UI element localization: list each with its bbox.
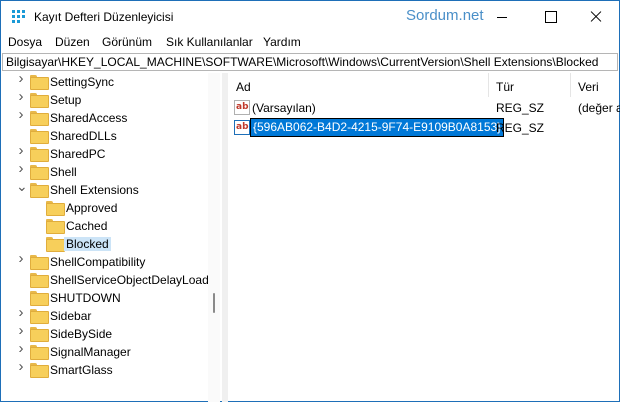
- tree-item[interactable]: › SignalManager: [1, 341, 206, 361]
- chevron-right-icon[interactable]: ›: [16, 323, 26, 338]
- window-title: Kayıt Defteri Düzenleyicisi: [34, 10, 174, 24]
- folder-icon: [30, 147, 49, 162]
- tree-item-label: SharedDLLs: [50, 129, 117, 143]
- string-value-icon: ab: [234, 120, 250, 135]
- tree-scrollbar[interactable]: [208, 73, 220, 402]
- folder-icon: [30, 363, 49, 378]
- chevron-down-icon[interactable]: ⌄: [16, 179, 28, 193]
- regedit-app-icon: [12, 10, 26, 24]
- folder-icon: [30, 165, 49, 180]
- chevron-right-icon[interactable]: ›: [16, 143, 26, 158]
- folder-icon: [30, 183, 49, 198]
- value-type: REG_SZ: [496, 121, 545, 135]
- chevron-right-icon[interactable]: ›: [16, 359, 26, 374]
- column-header-data[interactable]: Veri: [571, 73, 619, 97]
- tree-item[interactable]: ShellServiceObjectDelayLoad: [1, 271, 209, 289]
- tree-item[interactable]: Blocked: [1, 235, 206, 253]
- key-tree-pane: › SettingSync › Setup › SharedAccess SharedDLL…: [1, 73, 222, 401]
- tree-item[interactable]: › SideBySide: [1, 323, 206, 343]
- tree-item-label: Sidebar: [50, 309, 92, 323]
- registry-editor-window: Kayıt Defteri Düzenleyicisi Sordum.net D…: [0, 0, 620, 402]
- menu-duzen[interactable]: Düzen: [55, 35, 90, 49]
- tree-item[interactable]: › ShellCompatibility: [1, 251, 206, 271]
- tree-item[interactable]: › Shell: [1, 161, 206, 181]
- tree-item-label: ShellServiceObjectDelayLoad: [50, 273, 209, 287]
- column-header-name[interactable]: Ad: [228, 73, 489, 97]
- tree-item-label: Shell: [50, 165, 77, 179]
- tree-item[interactable]: › SharedPC: [1, 143, 206, 163]
- tree-item[interactable]: › Sidebar: [1, 305, 206, 325]
- folder-icon: [30, 291, 49, 306]
- tree-item[interactable]: › Setup: [1, 89, 206, 109]
- watermark-text: Sordum.net: [406, 7, 484, 24]
- tree-item-label: SharedPC: [50, 147, 106, 161]
- tree-item-label: SharedAccess: [50, 111, 128, 125]
- address-path[interactable]: Bilgisayar\HKEY_LOCAL_MACHINE\SOFTWARE\M…: [6, 55, 598, 69]
- values-list-pane: Ad Tür Veri ab (Varsayılan) REG_SZ (değe…: [228, 73, 620, 401]
- tree-item[interactable]: Cached: [1, 217, 206, 235]
- value-name-rename-field[interactable]: {596AB062-B4D2-4215-9F74-E9109B0A8153}: [249, 118, 505, 137]
- folder-icon: [30, 75, 49, 90]
- chevron-right-icon[interactable]: ›: [16, 305, 26, 320]
- menu-dosya[interactable]: Dosya: [8, 35, 42, 49]
- folder-icon: [30, 327, 49, 342]
- tree-item-label: Shell Extensions: [50, 183, 139, 197]
- folder-icon: [30, 129, 49, 144]
- chevron-right-icon[interactable]: ›: [16, 73, 26, 86]
- tree-item-label: SignalManager: [50, 345, 131, 359]
- string-value-icon: ab: [234, 100, 250, 115]
- tree-item[interactable]: SharedDLLs: [1, 127, 206, 145]
- folder-icon: [46, 237, 65, 252]
- tree-item-label: SmartGlass: [50, 363, 113, 377]
- tree-item[interactable]: Approved: [1, 199, 206, 217]
- folder-icon: [30, 345, 49, 360]
- address-bar[interactable]: Bilgisayar\HKEY_LOCAL_MACHINE\SOFTWARE\M…: [2, 53, 618, 71]
- menu-gorunum[interactable]: Görünüm: [102, 35, 152, 49]
- tree-item-label: Cached: [66, 219, 108, 233]
- close-button[interactable]: [573, 1, 619, 33]
- tree-item-label: SideBySide: [50, 327, 113, 341]
- tree-item[interactable]: › SettingSync: [1, 73, 206, 91]
- tree-item[interactable]: ⌄ Shell Extensions: [1, 179, 206, 199]
- menu-sik-kullanilanlar[interactable]: Sık Kullanılanlar: [166, 35, 253, 49]
- value-type: REG_SZ: [496, 101, 545, 115]
- folder-icon: [30, 93, 49, 108]
- value-data: (değer a: [578, 101, 620, 115]
- value-name: (Varsayılan): [252, 101, 316, 115]
- tree-item[interactable]: › SmartGlass: [1, 359, 206, 379]
- folder-icon: [30, 273, 49, 288]
- tree-item-label: Approved: [66, 201, 118, 215]
- minimize-button[interactable]: [479, 1, 525, 33]
- menu-bar: Dosya Düzen Görünüm Sık Kullanılanlar Ya…: [1, 33, 619, 51]
- folder-icon: [30, 255, 49, 270]
- maximize-button[interactable]: [527, 1, 573, 33]
- tree-item-label: ShellCompatibility: [50, 255, 146, 269]
- folder-icon: [46, 201, 65, 216]
- value-row-default[interactable]: ab (Varsayılan) REG_SZ (değer a: [228, 99, 620, 117]
- tree-item-label: Blocked: [64, 237, 111, 251]
- title-bar[interactable]: Kayıt Defteri Düzenleyicisi Sordum.net: [1, 1, 619, 33]
- menu-yardim[interactable]: Yardım: [263, 35, 301, 49]
- chevron-right-icon[interactable]: ›: [16, 251, 26, 266]
- column-header-type[interactable]: Tür: [489, 73, 571, 97]
- tree-item-label: SHUTDOWN: [50, 291, 121, 305]
- tree-item[interactable]: SHUTDOWN: [1, 289, 206, 307]
- chevron-right-icon[interactable]: ›: [16, 161, 26, 176]
- tree-item-label: SettingSync: [50, 75, 115, 89]
- folder-icon: [46, 219, 65, 234]
- chevron-right-icon[interactable]: ›: [16, 341, 26, 356]
- chevron-right-icon[interactable]: ›: [16, 107, 26, 122]
- folder-icon: [30, 111, 49, 126]
- tree-item[interactable]: › SharedAccess: [1, 107, 206, 127]
- tree-item-label: Setup: [50, 93, 82, 107]
- tree-scrollbar-thumb[interactable]: [213, 293, 215, 313]
- value-row-blocked-clsid[interactable]: ab {596AB062-B4D2-4215-9F74-E9109B0A8153…: [228, 118, 619, 137]
- folder-icon: [30, 309, 49, 324]
- chevron-right-icon[interactable]: ›: [16, 89, 26, 104]
